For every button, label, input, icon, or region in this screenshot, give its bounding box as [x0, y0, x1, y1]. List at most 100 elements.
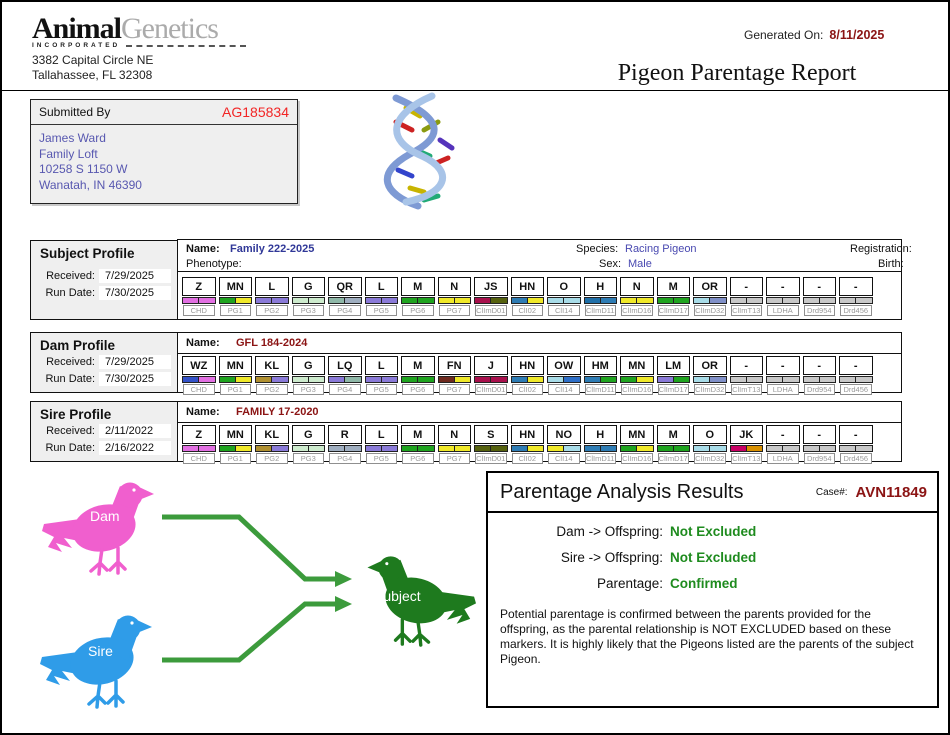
dam-name: GFL 184-2024 [236, 337, 308, 349]
marker-name: Drd954 [803, 384, 835, 395]
marker-name: PG5 [365, 384, 397, 395]
allele-label: - [766, 425, 800, 444]
subject-marker-strip: Z CHD MN PG1 L PG2 G PG3 QR PG4 L PG5 M PG6 N PG7 JS ClIm… [177, 271, 902, 320]
dam-offspring-result: Not Excluded [670, 524, 757, 539]
analysis-title: Parentage Analysis Results [500, 480, 744, 503]
allele-color-bar [474, 376, 508, 383]
marker-name: ClImD17 [657, 305, 689, 316]
allele-label: FN [437, 356, 471, 375]
birth-label: Birth: [878, 258, 904, 270]
allele-color-bar [547, 376, 581, 383]
dam-profile-box: Dam Profile Received: 7/29/2025 Run Date… [30, 332, 178, 393]
marker-cell: FN PG7 [437, 356, 471, 395]
dam-pigeon-label: Dam [90, 508, 120, 524]
allele-label: J [474, 356, 508, 375]
marker-cell: MN PG1 [218, 277, 252, 316]
marker-name: ClImD01 [475, 305, 507, 316]
run-date-label: Run Date: [45, 442, 95, 454]
marker-cell: JS ClImD01 [474, 277, 508, 316]
parentage-result: Confirmed [670, 576, 738, 591]
marker-name: PG6 [402, 305, 434, 316]
sire-to-subject-arrow [162, 596, 352, 663]
subject-received-date: 7/29/2025 [99, 269, 171, 283]
submitter-city: Wanatah, IN 46390 [39, 177, 142, 192]
allele-label: Z [182, 277, 216, 296]
allele-label: - [839, 277, 873, 296]
marker-name: PG4 [329, 384, 361, 395]
marker-cell: WZ CHD [182, 356, 216, 395]
marker-name: ClI02 [511, 453, 543, 464]
marker-cell: HN ClI02 [510, 356, 544, 395]
dam-profile-title: Dam Profile [40, 338, 116, 353]
allele-label: - [839, 425, 873, 444]
allele-color-bar [437, 445, 471, 452]
allele-color-bar [437, 297, 471, 304]
allele-color-bar [255, 376, 289, 383]
marker-cell: L PG5 [364, 277, 398, 316]
marker-name: ClImD16 [621, 305, 653, 316]
marker-name: PG1 [219, 384, 251, 395]
allele-label: WZ [182, 356, 216, 375]
marker-cell: QR PG4 [328, 277, 362, 316]
allele-color-bar [729, 297, 763, 304]
parentage-analysis-box: Parentage Analysis Results Case#: AVN118… [486, 471, 939, 708]
allele-label: L [255, 277, 289, 296]
subject-name: Family 222-2025 [230, 243, 315, 255]
sire-info-box: Name: FAMILY 17-2020 [177, 401, 902, 423]
allele-label: S [474, 425, 508, 444]
allele-label: HN [510, 277, 544, 296]
marker-cell: - Drd456 [839, 277, 873, 316]
allele-label: - [766, 356, 800, 375]
allele-label: L [364, 425, 398, 444]
marker-cell: - Drd456 [839, 356, 873, 395]
allele-label: H [583, 277, 617, 296]
marker-cell: Z CHD [182, 277, 216, 316]
allele-label: LQ [328, 356, 362, 375]
dam-offspring-label: Dam -> Offspring: [556, 524, 663, 539]
allele-label: L [364, 277, 398, 296]
allele-label: G [291, 356, 325, 375]
allele-label: OW [547, 356, 581, 375]
marker-name: Drd456 [840, 384, 872, 395]
marker-name: PG3 [292, 305, 324, 316]
allele-color-bar [766, 376, 800, 383]
allele-label: MN [218, 425, 252, 444]
marker-cell: HM ClImD11 [583, 356, 617, 395]
marker-name: PG7 [438, 305, 470, 316]
allele-label: R [328, 425, 362, 444]
sire-marker-strip: Z CHD MN PG1 KL PG2 G PG3 R PG4 L PG5 M PG6 N PG7 S ClImD… [177, 422, 902, 464]
marker-name: ClImD01 [475, 384, 507, 395]
allele-color-bar [510, 297, 544, 304]
generated-on-label: Generated On: [744, 28, 824, 42]
sire-offspring-label: Sire -> Offspring: [560, 550, 663, 565]
marker-cell: H ClImD11 [583, 425, 617, 464]
parentage-label: Parentage: [596, 576, 663, 591]
submitted-by-box: Submitted By AG185834 James Ward Family … [30, 99, 298, 204]
marker-name: LDHA [767, 305, 799, 316]
marker-cell: M PG6 [401, 356, 435, 395]
marker-name: CHD [183, 384, 215, 395]
allele-label: O [693, 425, 727, 444]
marker-cell: OR ClImD32 [693, 277, 727, 316]
allele-color-bar [693, 376, 727, 383]
allele-color-bar [766, 297, 800, 304]
marker-cell: OR ClImD32 [693, 356, 727, 395]
name-label: Name: [186, 243, 220, 255]
allele-color-bar [364, 445, 398, 452]
marker-cell: - Drd954 [802, 425, 836, 464]
marker-name: LDHA [767, 453, 799, 464]
allele-color-bar [401, 297, 435, 304]
allele-color-bar [547, 297, 581, 304]
allele-color-bar [401, 376, 435, 383]
allele-color-bar [802, 445, 836, 452]
marker-cell: - Drd456 [839, 425, 873, 464]
case-number: AVN11849 [855, 483, 927, 501]
allele-label: M [656, 425, 690, 444]
marker-cell: N PG7 [437, 277, 471, 316]
allele-label: MN [620, 425, 654, 444]
company-address-line1: 3382 Capital Circle NE [32, 53, 154, 67]
marker-name: Drd954 [803, 305, 835, 316]
marker-name: Drd456 [840, 453, 872, 464]
allele-color-bar [182, 297, 216, 304]
marker-cell: O ClI14 [547, 277, 581, 316]
